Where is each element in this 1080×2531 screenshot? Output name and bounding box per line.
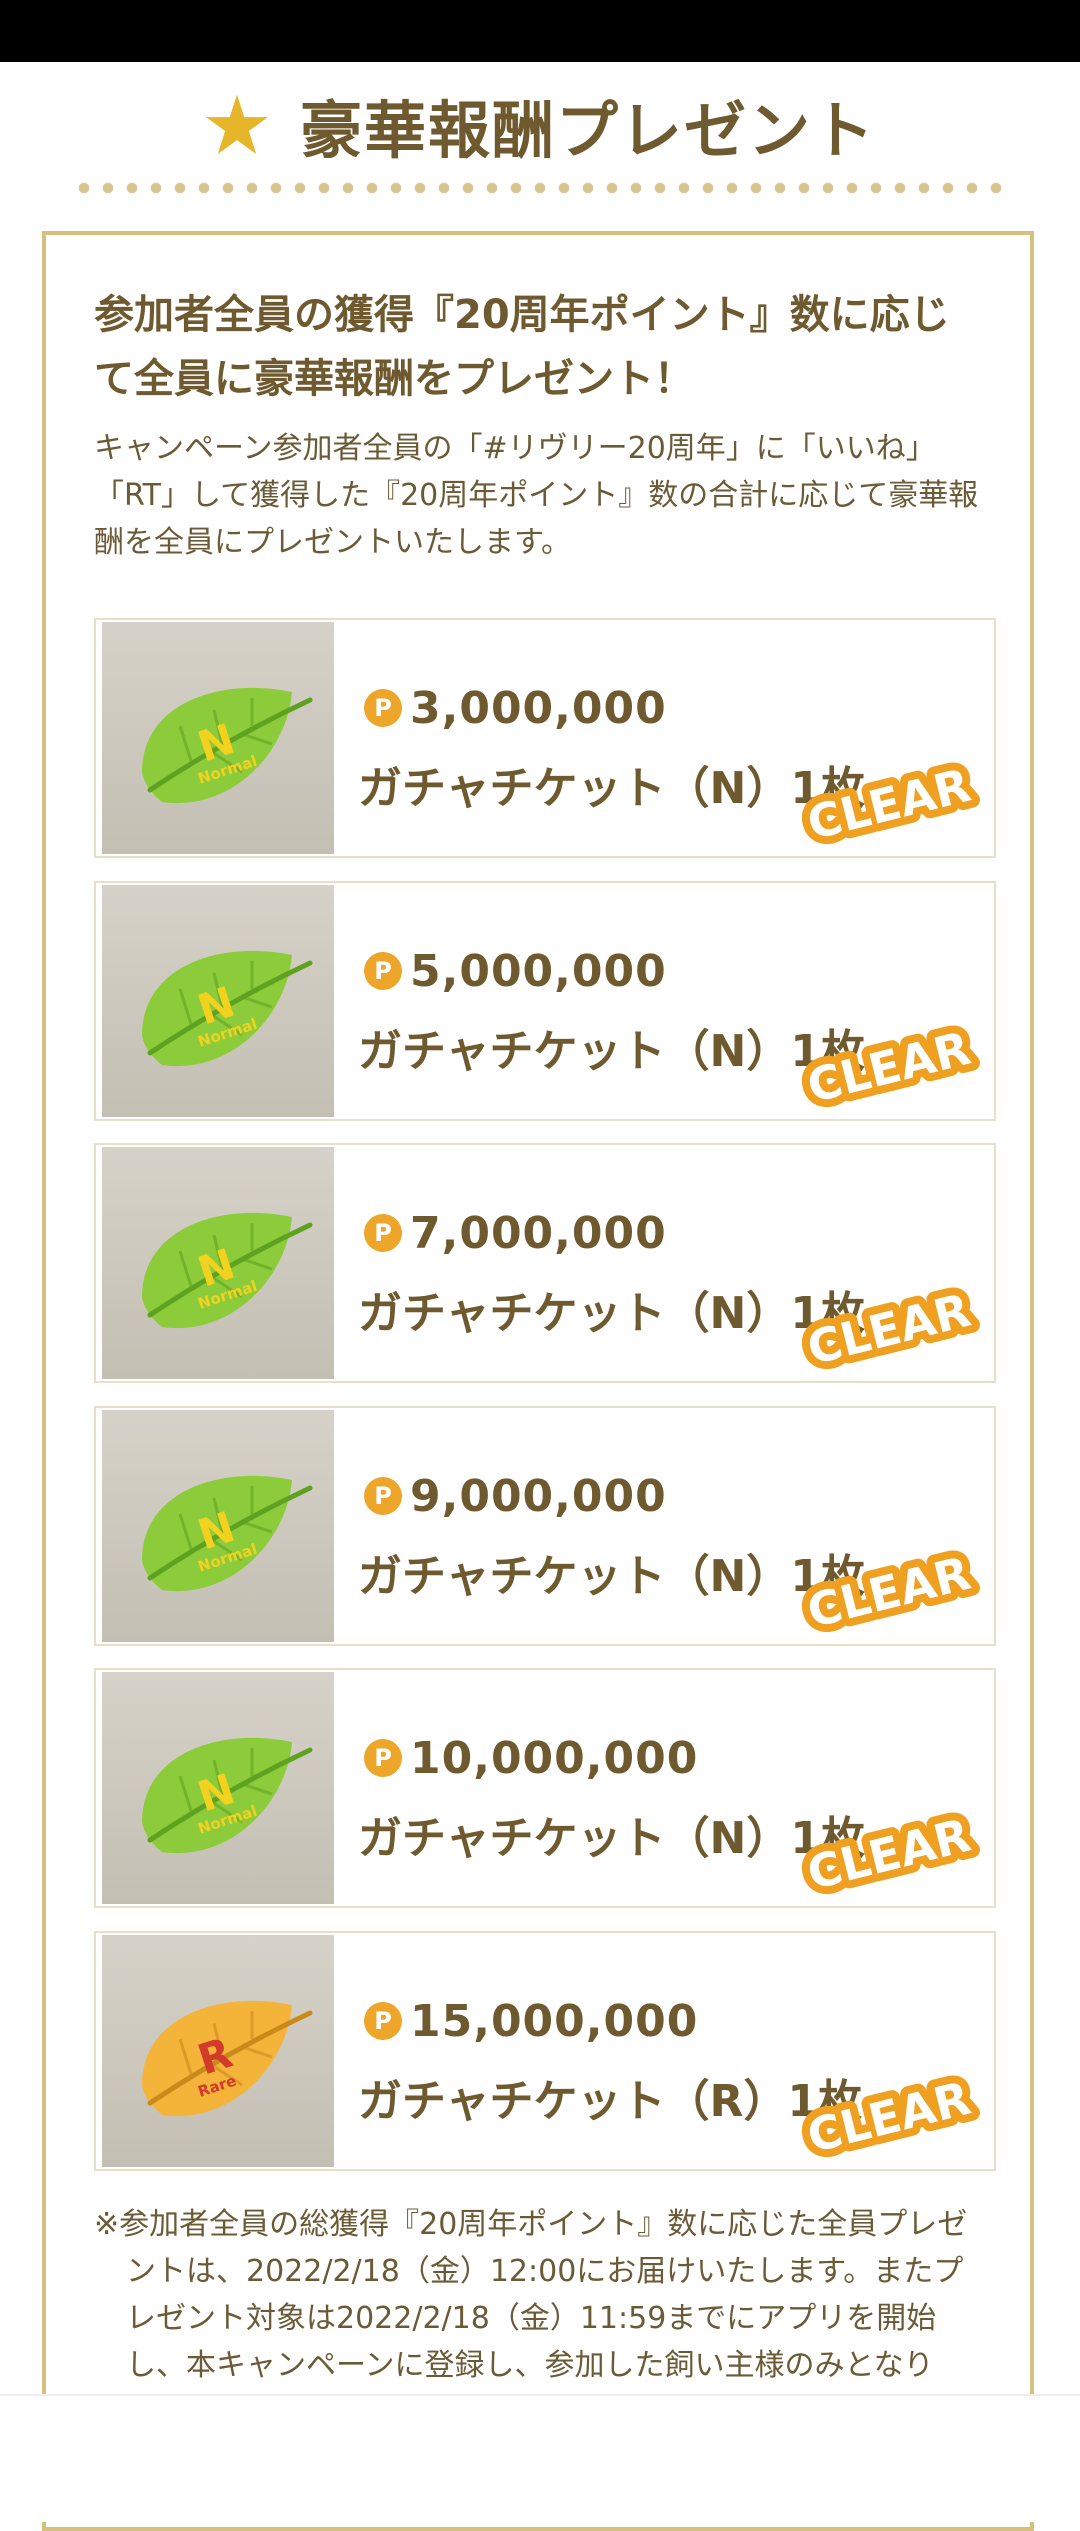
- leaf-ticket-image: N Normal: [102, 622, 334, 854]
- points-threshold: P 9,000,000: [364, 1470, 667, 1522]
- clear-stamp: CLEAR CLEAR: [784, 750, 994, 858]
- points-value: 15,000,000: [410, 1995, 699, 2047]
- clear-badge-icon: CLEAR CLEAR: [794, 750, 984, 858]
- reward-panel: 参加者全員の獲得『20周年ポイント』数に応じて全員に豪華報酬をプレゼント！ キャ…: [42, 231, 1034, 2531]
- bottom-bar: [0, 2394, 1080, 2522]
- clear-badge-icon: CLEAR CLEAR: [794, 1538, 984, 1646]
- svg-text:CLEAR: CLEAR: [802, 1283, 976, 1375]
- svg-text:CLEAR: CLEAR: [802, 2071, 976, 2163]
- svg-text:CLEAR: CLEAR: [802, 758, 976, 850]
- points-threshold: P 3,000,000: [364, 682, 667, 734]
- point-coin-icon: P: [364, 1214, 402, 1252]
- clear-stamp: CLEAR CLEAR: [784, 1800, 994, 1908]
- svg-text:CLEAR: CLEAR: [802, 1546, 976, 1638]
- points-value: 3,000,000: [410, 682, 667, 734]
- leaf-ticket-image: N Normal: [102, 1672, 334, 1904]
- points-value: 10,000,000: [410, 1732, 699, 1784]
- page-title: 豪華報酬プレゼント: [299, 94, 876, 167]
- points-threshold: P 15,000,000: [364, 1995, 698, 2047]
- clear-badge-icon: CLEAR CLEAR: [794, 1013, 984, 1121]
- leaf-icon: N Normal: [142, 1212, 313, 1329]
- point-coin-icon: P: [364, 2002, 402, 2040]
- clear-stamp: CLEAR CLEAR: [784, 2063, 994, 2171]
- section-header: 豪華報酬プレゼント: [0, 70, 1080, 180]
- clear-stamp: CLEAR CLEAR: [784, 1275, 994, 1383]
- status-bar: [0, 0, 1080, 62]
- points-threshold: P 10,000,000: [364, 1732, 698, 1784]
- leaf-ticket-image: N Normal: [102, 1147, 334, 1379]
- svg-text:CLEAR: CLEAR: [802, 1021, 976, 1113]
- reward-row: N Normal P 10,000,000 ガチャチケット（N）1枚 CLEAR…: [94, 1668, 996, 1908]
- point-coin-icon: P: [364, 1477, 402, 1515]
- reward-row: N Normal P 5,000,000 ガチャチケット（N）1枚 CLEAR …: [94, 881, 996, 1121]
- leaf-ticket-image: N Normal: [102, 885, 334, 1117]
- point-coin-icon: P: [364, 1739, 402, 1777]
- points-threshold: P 5,000,000: [364, 945, 667, 997]
- leaf-icon: N Normal: [142, 687, 313, 804]
- footnote: ※参加者全員の総獲得『20周年ポイント』数に応じた全員プレゼントは、2022/2…: [94, 2207, 968, 2383]
- reward-row: N Normal P 9,000,000 ガチャチケット（N）1枚 CLEAR …: [94, 1406, 996, 1646]
- panel-headline: 参加者全員の獲得『20周年ポイント』数に応じて全員に豪華報酬をプレゼント！: [94, 292, 950, 402]
- point-coin-icon: P: [364, 689, 402, 727]
- clear-stamp: CLEAR CLEAR: [784, 1013, 994, 1121]
- leaf-icon: R Rare: [142, 2000, 313, 2117]
- points-value: 9,000,000: [410, 1470, 667, 1522]
- reward-row: N Normal P 3,000,000 ガチャチケット（N）1枚 CLEAR …: [94, 618, 996, 858]
- leaf-icon: N Normal: [142, 1737, 313, 1854]
- points-value: 5,000,000: [410, 945, 667, 997]
- clear-badge-icon: CLEAR CLEAR: [794, 2063, 984, 2171]
- point-coin-icon: P: [364, 952, 402, 990]
- clear-stamp: CLEAR CLEAR: [784, 1538, 994, 1646]
- leaf-icon: N Normal: [142, 950, 313, 1067]
- svg-text:CLEAR: CLEAR: [802, 1808, 976, 1900]
- star-icon: [205, 94, 269, 155]
- leaf-ticket-image: N Normal: [102, 1410, 334, 1642]
- points-value: 7,000,000: [410, 1207, 667, 1259]
- dotted-divider: [72, 180, 1012, 196]
- panel-description: キャンペーン参加者全員の「#リヴリー20周年」に「いいね」「RT」して獲得した『…: [94, 431, 979, 560]
- reward-row: R Rare P 15,000,000 ガチャチケット（R）1枚 CLEAR C…: [94, 1931, 996, 2171]
- leaf-ticket-image: R Rare: [102, 1935, 334, 2167]
- leaf-icon: N Normal: [142, 1475, 313, 1592]
- clear-badge-icon: CLEAR CLEAR: [794, 1275, 984, 1383]
- reward-row: N Normal P 7,000,000 ガチャチケット（N）1枚 CLEAR …: [94, 1143, 996, 1383]
- points-threshold: P 7,000,000: [364, 1207, 667, 1259]
- clear-badge-icon: CLEAR CLEAR: [794, 1800, 984, 1908]
